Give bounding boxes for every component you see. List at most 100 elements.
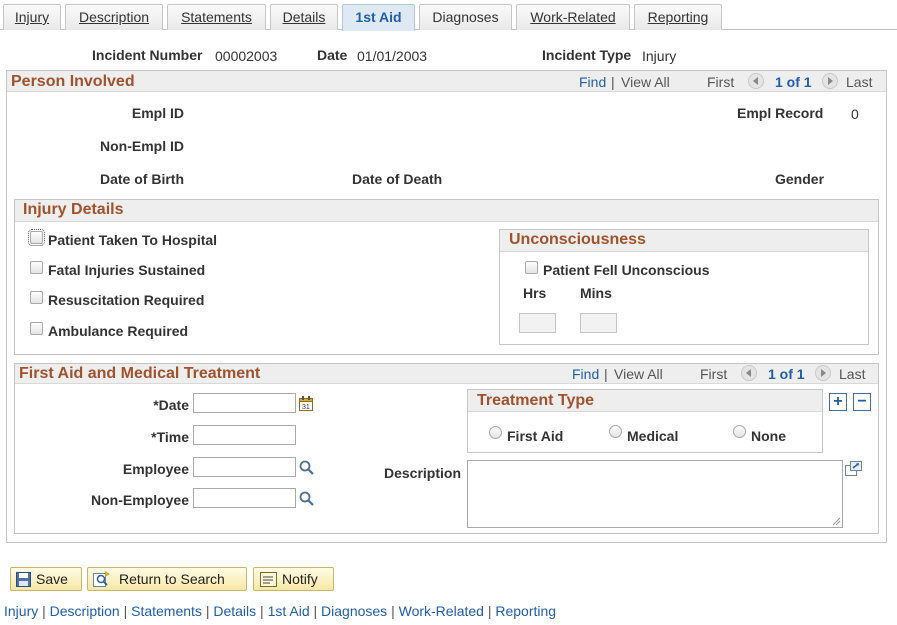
return-to-search-button[interactable]: Return to Search	[87, 567, 247, 591]
delete-row-button[interactable]: −	[853, 393, 871, 411]
empl-record-label: Empl Record	[737, 105, 824, 121]
resize-grip-icon[interactable]	[831, 516, 841, 526]
notify-icon	[260, 572, 277, 587]
incident-type-value: Injury	[642, 48, 677, 64]
person-involved-title: Person Involved	[11, 73, 135, 90]
link-diagnoses[interactable]: Diagnoses	[321, 603, 387, 619]
person-first-label: First	[707, 74, 735, 90]
fatal-injuries-checkbox[interactable]	[30, 261, 43, 274]
non-employee-input[interactable]	[193, 488, 296, 508]
first-aid-radio[interactable]	[489, 426, 502, 439]
first-aid-prev-button[interactable]	[741, 365, 757, 381]
tab-statements[interactable]: Statements	[167, 4, 266, 30]
link-1st-aid[interactable]: 1st Aid	[268, 603, 310, 619]
person-view-all-link[interactable]: View All	[621, 74, 670, 90]
person-prev-button[interactable]	[748, 73, 764, 89]
unconsciousness-title: Unconsciousness	[509, 231, 646, 248]
tab-injury[interactable]: Injury	[3, 4, 61, 30]
empl-record-value: 0	[851, 106, 859, 122]
first-aid-date-input[interactable]	[193, 393, 296, 413]
return-to-search-label: Return to Search	[119, 571, 225, 587]
first-aid-title: First Aid and Medical Treatment	[19, 365, 261, 382]
tab-1st-aid[interactable]: 1st Aid	[342, 4, 415, 31]
medical-radio-label: Medical	[627, 428, 679, 444]
person-row-count: 1 of 1	[775, 74, 812, 90]
tab-label: 1st Aid	[355, 9, 402, 25]
resuscitation-label: Resuscitation Required	[48, 292, 205, 308]
medical-radio[interactable]	[609, 425, 622, 438]
tab-reporting[interactable]: Reporting	[634, 4, 722, 30]
employee-input[interactable]	[193, 457, 296, 477]
date-of-birth-label: Date of Birth	[100, 171, 184, 187]
link-separator: |	[313, 603, 318, 619]
patient-unconscious-checkbox[interactable]	[525, 261, 538, 274]
none-radio[interactable]	[733, 425, 746, 438]
save-button[interactable]: Save	[10, 567, 82, 591]
injury-details-header	[15, 200, 878, 222]
tab-label: Injury	[14, 9, 50, 25]
patient-hospital-checkbox[interactable]	[28, 229, 45, 246]
injury-details-title: Injury Details	[23, 201, 124, 218]
resuscitation-checkbox[interactable]	[30, 291, 43, 304]
description-textarea[interactable]	[467, 460, 843, 528]
first-aid-view-all-link[interactable]: View All	[614, 366, 663, 382]
person-next-button[interactable]	[822, 73, 838, 89]
date-value: 01/01/2003	[357, 48, 428, 64]
incident-number-value: 00002003	[215, 48, 278, 64]
return-search-icon	[93, 571, 110, 587]
ambulance-checkbox[interactable]	[30, 322, 43, 335]
tab-details[interactable]: Details	[270, 4, 338, 30]
tab-bar: Injury Description Statements Details 1s…	[0, 0, 897, 31]
svg-text:31: 31	[302, 404, 310, 411]
tab-label: Work-Related	[530, 9, 616, 25]
tab-work-related[interactable]: Work-Related	[516, 4, 630, 30]
chevron-left-icon	[746, 369, 751, 377]
patient-hospital-label: Patient Taken To Hospital	[48, 232, 218, 248]
first-aid-row-count: 1 of 1	[768, 366, 805, 382]
search-icon[interactable]	[299, 460, 314, 478]
empl-id-label: Empl ID	[131, 105, 184, 121]
tab-label: Diagnoses	[432, 9, 499, 25]
first-aid-date-label: *Date	[153, 397, 189, 413]
calendar-icon[interactable]: 31	[299, 396, 313, 414]
add-row-button[interactable]: +	[829, 393, 847, 411]
tab-description[interactable]: Description	[65, 4, 163, 30]
ambulance-label: Ambulance Required	[48, 323, 189, 339]
link-reporting[interactable]: Reporting	[495, 603, 556, 619]
link-separator: |	[487, 603, 492, 619]
tab-label: Reporting	[647, 9, 709, 25]
fatal-injuries-label: Fatal Injuries Sustained	[48, 262, 206, 278]
hrs-label: Hrs	[523, 285, 547, 301]
link-details[interactable]: Details	[213, 603, 256, 619]
link-injury[interactable]: Injury	[4, 603, 38, 619]
employee-label: Employee	[122, 461, 189, 477]
tab-label: Statements	[181, 9, 252, 25]
expand-textarea-icon[interactable]	[845, 461, 862, 479]
link-separator: |	[260, 603, 264, 619]
mins-label: Mins	[580, 285, 612, 301]
first-aid-time-label: *Time	[151, 429, 189, 445]
link-separator: |	[42, 603, 46, 619]
person-last-label: Last	[846, 74, 873, 90]
link-work-related[interactable]: Work-Related	[399, 603, 484, 619]
tab-label: Description	[78, 9, 150, 25]
first-aid-last-label: Last	[839, 366, 866, 382]
person-find-link[interactable]: Find	[579, 74, 606, 90]
gender-label: Gender	[775, 171, 825, 187]
date-of-death-label: Date of Death	[352, 171, 443, 187]
treatment-type-title: Treatment Type	[477, 392, 595, 409]
link-statements[interactable]: Statements	[131, 603, 202, 619]
patient-unconscious-label: Patient Fell Unconscious	[543, 262, 710, 278]
tab-diagnoses[interactable]: Diagnoses	[419, 4, 512, 30]
notify-button[interactable]: Notify	[253, 567, 334, 591]
search-icon[interactable]	[299, 491, 314, 509]
first-aid-next-button[interactable]	[815, 365, 831, 381]
save-button-label: Save	[36, 571, 68, 587]
link-description[interactable]: Description	[50, 603, 120, 619]
notify-label: Notify	[282, 571, 318, 587]
first-aid-find-link[interactable]: Find	[572, 366, 599, 382]
first-aid-time-input[interactable]	[193, 425, 296, 445]
none-radio-label: None	[751, 428, 786, 444]
tab-label: Details	[282, 9, 326, 25]
incident-number-label: Incident Number	[92, 47, 203, 63]
